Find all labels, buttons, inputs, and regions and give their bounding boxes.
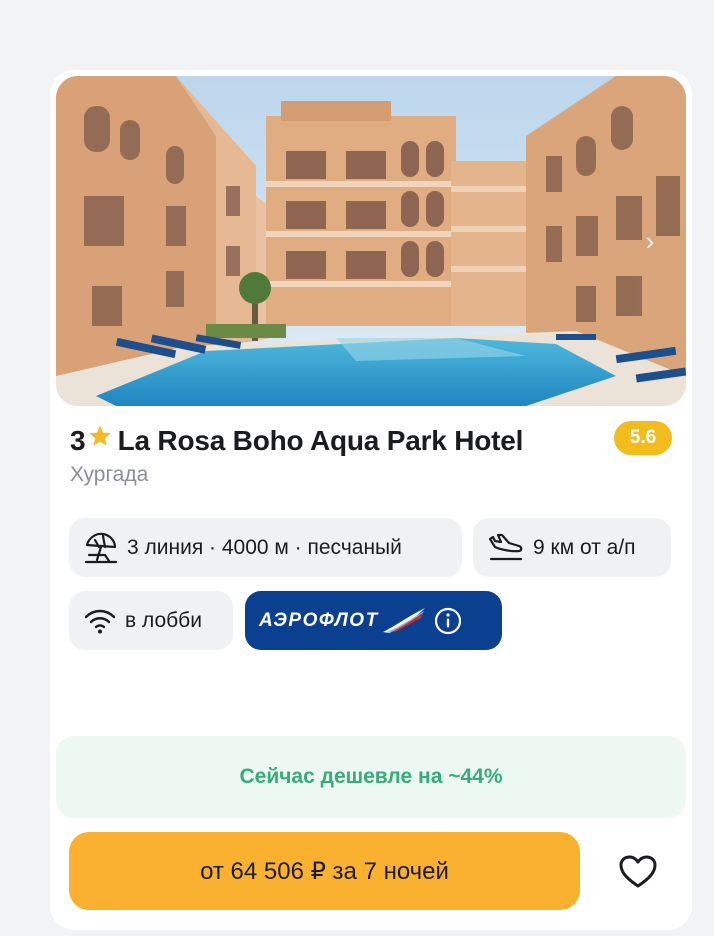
info-icon[interactable]: [433, 606, 463, 636]
rating-badge: 5.6: [614, 421, 672, 455]
wifi-chip: в лобби: [69, 591, 233, 650]
price-button[interactable]: от 64 506 ₽ за 7 ночей: [69, 832, 580, 910]
beach-chip: 3 линия · 4000 м · песчаный: [69, 518, 462, 577]
airport-chip-label: 9 км от а/п: [533, 535, 636, 559]
airline-wing-logo: [382, 607, 425, 633]
chevron-right-icon[interactable]: ›: [640, 226, 660, 256]
airport-chip: 9 км от а/п: [473, 518, 671, 577]
hotel-city: Хургада: [70, 463, 149, 486]
discount-banner: Сейчас дешевле на ~44%: [56, 736, 686, 818]
hotel-name[interactable]: La Rosa Boho Aqua Park Hotel: [118, 425, 524, 457]
wifi-chip-label: в лобби: [125, 608, 202, 632]
hotel-card[interactable]: › 3 La Rosa Boho Aqua Park Hotel 5.6 Хур…: [50, 70, 692, 930]
airline-badge[interactable]: АЭРОФЛОТ: [245, 591, 502, 650]
previous-card-remnant: [60, 0, 220, 6]
hotel-title-row: 3 La Rosa Boho Aqua Park Hotel: [70, 420, 674, 462]
beach-umbrella-icon: [84, 532, 118, 563]
beach-chip-label: 3 линия · 4000 м · песчаный: [127, 535, 402, 559]
hotel-photo-image: [56, 76, 686, 406]
favorite-button[interactable]: [613, 850, 663, 894]
discount-text: Сейчас дешевле на ~44%: [239, 765, 503, 788]
wifi-icon: [84, 609, 116, 633]
plane-landing-icon: [488, 533, 523, 560]
heart-icon: [619, 855, 657, 888]
hotel-photo[interactable]: ›: [56, 76, 686, 406]
airline-name: АЭРОФЛОТ: [259, 609, 379, 631]
star-icon: [88, 425, 111, 446]
hotel-stars: 3: [70, 425, 86, 456]
